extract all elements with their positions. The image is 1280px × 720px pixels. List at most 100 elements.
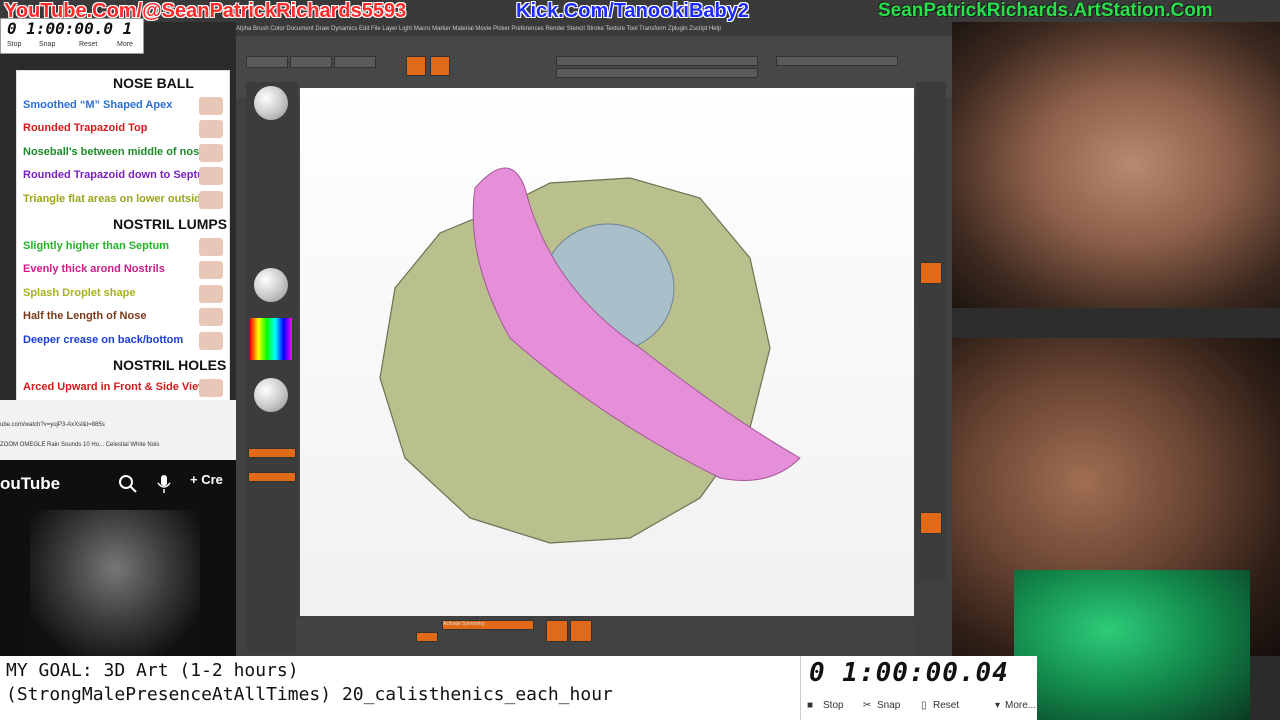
- youtube-logo[interactable]: ouTube: [0, 474, 60, 494]
- toolbar-button[interactable]: [334, 56, 376, 68]
- eyeball-model: [379, 167, 801, 544]
- checklist-item: Slightly higher than Septum: [17, 236, 229, 260]
- color-picker[interactable]: [250, 318, 292, 360]
- small-timer-widget: 0 1:00:00.0 1 Stop Snap Reset More: [0, 18, 144, 54]
- checklist-item-label: Triangle flat areas on lower outsides: [23, 192, 214, 205]
- zbrush-window: Alpha Brush Color Document Draw Dynamics…: [236, 22, 952, 656]
- artstation-link-text: SeanPatrickRichards.ArtStation.Com: [878, 0, 1213, 21]
- goal-line-2: (StrongMalePresenceAtAllTimes) 20_calist…: [6, 684, 613, 705]
- checklist-item-label: Rounded Trapazoid Top: [23, 122, 148, 134]
- address-bar[interactable]: ube.com/watch?v=yujP3-AxXsl&t=885s: [0, 422, 105, 428]
- big-timer-widget: 0 1:00:00.04 ■ Stop ✂ Snap ▯ Reset ▾ Mor…: [800, 656, 1037, 720]
- checklist-item-label: Noseball's between middle of nostrils: [23, 145, 220, 158]
- nose-checklist-panel: NOSE BALL Smoothed “M” Shaped Apex Rounded…: [16, 70, 230, 402]
- small-timer-stop-button[interactable]: Stop: [7, 41, 21, 48]
- nose-thumbnail: [199, 143, 223, 162]
- small-timer-display: 0 1:00:00.0 1: [7, 19, 133, 38]
- checklist-item-label: Evenly thick arond Nostrils: [23, 263, 165, 275]
- nose-thumbnail: [199, 308, 223, 326]
- checklist-item: Triangle flat areas on lower outsides: [17, 189, 229, 213]
- brush-thumbnail[interactable]: [254, 86, 288, 120]
- checklist-item-label: Slightly higher than Septum: [23, 239, 170, 252]
- stop-icon: ■: [807, 700, 814, 711]
- snap-icon: ✂: [863, 700, 872, 711]
- small-timer-reset-button[interactable]: Reset: [79, 41, 97, 48]
- toolbar-button[interactable]: [776, 56, 898, 66]
- checklist-item: Noseball's between middle of nostrils: [17, 142, 229, 166]
- checklist-item: Arced Upward in Front & Side View: [17, 377, 229, 401]
- browser-window: ube.com/watch?v=yujP3-AxXsl&t=885s ZOOM …: [0, 400, 236, 460]
- shelf-button[interactable]: [248, 472, 296, 482]
- nose-thumbnail: [199, 284, 223, 303]
- image-viewer-toolbar: [952, 308, 1280, 338]
- kick-link-text: Kick.Com/TanookiBaby2: [516, 0, 750, 22]
- shelf-button[interactable]: [546, 620, 568, 642]
- nose-thumbnail: [199, 331, 223, 350]
- checklist-item-label: Half the Length of Nose: [23, 310, 147, 322]
- video-person-image: [30, 510, 200, 656]
- frame-button[interactable]: [920, 262, 942, 284]
- create-button-label: Cre: [201, 472, 223, 487]
- big-timer-stop-button[interactable]: Stop: [823, 700, 844, 711]
- checklist-item-label: Arced Upward in Front & Side View: [23, 380, 207, 393]
- slider-size[interactable]: [556, 68, 758, 78]
- alpha-thumbnail[interactable]: [254, 268, 288, 302]
- bookmarks-bar[interactable]: ZOOM OMEGLE Rain Sounds 10 Ho... Celesti…: [0, 442, 159, 448]
- small-timer-snap-button[interactable]: Snap: [39, 41, 55, 48]
- zbrush-menu-bar[interactable]: Alpha Brush Color Document Draw Dynamics…: [236, 22, 952, 36]
- checklist-item-label: Smoothed “M” Shaped Apex: [23, 98, 173, 111]
- section-heading: NOSE BALL: [17, 71, 229, 95]
- zbrush-right-shelf: [916, 82, 946, 582]
- webcam-feed: [1014, 570, 1250, 720]
- checklist-item: Splash Droplet shape: [17, 283, 229, 307]
- checklist-item: Smoothed “M” Shaped Apex: [17, 95, 229, 119]
- section-heading-label: NOSTRIL HOLES: [113, 357, 227, 373]
- small-timer-more-button[interactable]: More: [117, 41, 133, 48]
- big-timer-more-button[interactable]: More...: [1005, 700, 1036, 711]
- zbrush-canvas[interactable]: [300, 88, 914, 616]
- checklist-item: Evenly thick arond Nostrils: [17, 259, 229, 283]
- toolbar-button[interactable]: [246, 56, 288, 68]
- activate-symmetry-label: Activate Symmetry: [443, 621, 485, 627]
- zbrush-bottom-shelf: Activate Symmetry: [296, 618, 916, 656]
- nose-thumbnail: [199, 378, 223, 397]
- goal-line-1: MY GOAL: 3D Art (1-2 hours): [6, 660, 299, 681]
- zbrush-left-shelf: [246, 82, 298, 652]
- transp-button[interactable]: [920, 512, 942, 534]
- checklist-item-label: Deeper crease on back/bottom: [23, 333, 184, 346]
- slider-intensity[interactable]: [556, 56, 758, 66]
- draw-mode-button[interactable]: [406, 56, 426, 76]
- checklist-item: Deeper crease on back/bottom: [17, 330, 229, 354]
- big-timer-display: 0 1:00:00.04: [809, 658, 1009, 688]
- checklist-item-label: Rounded Trapazoid down to Septum: [23, 169, 214, 181]
- shelf-button[interactable]: [248, 448, 296, 458]
- big-timer-snap-button[interactable]: Snap: [877, 700, 900, 711]
- nose-thumbnail: [199, 120, 223, 138]
- material-thumbnail[interactable]: [254, 378, 288, 412]
- move-mode-button[interactable]: [430, 56, 450, 76]
- top-banner: YouTube.Com/@SeanPatrickRichards5593 Kic…: [0, 0, 1280, 22]
- big-timer-reset-button[interactable]: Reset: [933, 700, 959, 711]
- shelf-button[interactable]: [570, 620, 592, 642]
- activate-symmetry-button[interactable]: Activate Symmetry: [442, 620, 534, 630]
- youtube-page: ouTube + Cre: [0, 460, 236, 656]
- checklist-item-label: Splash Droplet shape: [23, 286, 136, 299]
- shelf-button[interactable]: [416, 632, 438, 642]
- nose-thumbnail: [199, 237, 223, 256]
- nose-thumbnail: [199, 190, 223, 209]
- goal-panel: MY GOAL: 3D Art (1-2 hours) (StrongMaleP…: [0, 656, 800, 720]
- search-icon[interactable]: [118, 474, 138, 494]
- section-heading: NOSTRIL LUMPS: [17, 212, 229, 236]
- nose-thumbnail: [199, 96, 223, 115]
- checklist-item: Rounded Trapazoid down to Septum: [17, 165, 229, 189]
- nose-thumbnail: [199, 261, 223, 279]
- reference-photo-1: [952, 22, 1280, 308]
- section-heading-label: NOSE BALL: [113, 75, 194, 91]
- microphone-icon[interactable]: [156, 474, 172, 494]
- section-heading-label: NOSTRIL LUMPS: [113, 216, 228, 232]
- toolbar-button[interactable]: [290, 56, 332, 68]
- plus-icon: +: [190, 472, 202, 487]
- checklist-item: Half the Length of Nose: [17, 306, 229, 330]
- nose-thumbnail: [199, 167, 223, 185]
- create-button[interactable]: + Cre: [190, 472, 236, 494]
